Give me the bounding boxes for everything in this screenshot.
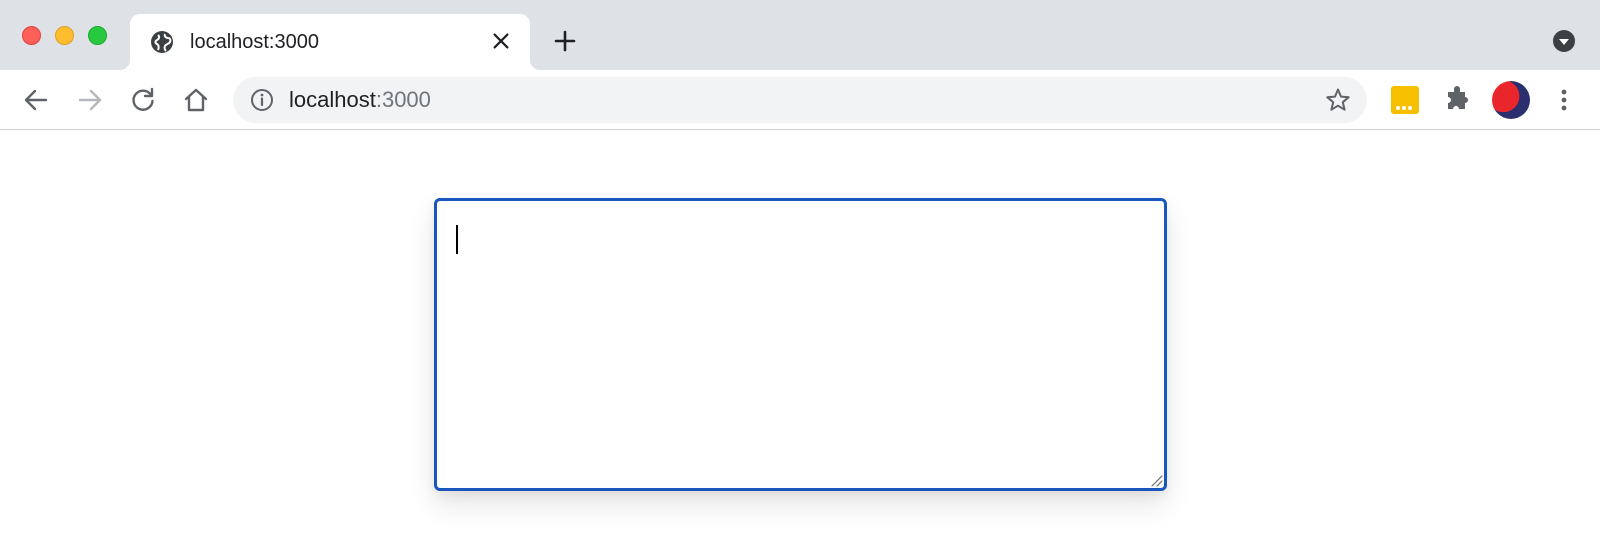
extensions-puzzle-icon[interactable]: [1443, 86, 1471, 114]
kebab-menu-icon[interactable]: [1550, 86, 1578, 114]
url-port: :3000: [375, 87, 431, 112]
password-manager-extension-icon[interactable]: [1391, 86, 1419, 114]
text-input-area[interactable]: [437, 201, 1164, 488]
browser-toolbar: localhost:3000: [0, 70, 1600, 130]
globe-icon: [151, 31, 173, 53]
textarea-container: [434, 198, 1167, 491]
arrow-right-icon[interactable]: [76, 86, 104, 114]
text-caret: [456, 225, 458, 254]
reload-icon[interactable]: [129, 86, 157, 114]
resize-handle-icon[interactable]: [1150, 474, 1163, 487]
url-text[interactable]: localhost:3000: [289, 87, 431, 113]
avatar[interactable]: [1492, 81, 1530, 119]
browser-tab[interactable]: localhost:3000: [130, 14, 530, 70]
chevron-down-circle-icon[interactable]: [1552, 29, 1576, 53]
star-icon[interactable]: [1325, 87, 1351, 113]
home-icon[interactable]: [182, 86, 210, 114]
tab-title: localhost:3000: [190, 31, 319, 53]
window-maximize-button[interactable]: [88, 26, 107, 45]
window-close-button[interactable]: [22, 26, 41, 45]
plus-icon[interactable]: [553, 29, 577, 53]
arrow-left-icon[interactable]: [22, 86, 50, 114]
page-content: [0, 131, 1600, 546]
tab-strip: localhost:3000: [0, 0, 1600, 70]
close-icon[interactable]: [490, 30, 512, 52]
info-icon[interactable]: [250, 88, 274, 112]
window-minimize-button[interactable]: [55, 26, 74, 45]
address-bar[interactable]: localhost:3000: [233, 77, 1367, 123]
url-host: localhost: [289, 87, 376, 112]
